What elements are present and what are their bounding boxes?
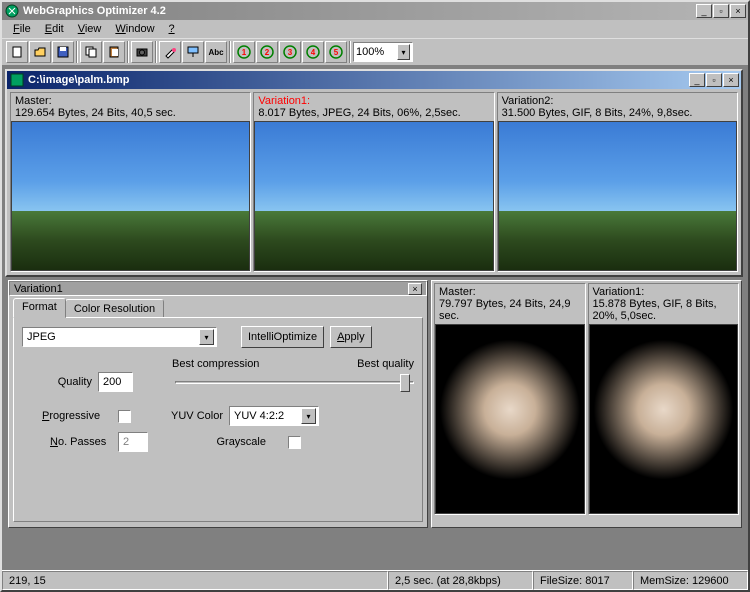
- app-title: WebGraphics Optimizer 4.2: [23, 5, 696, 17]
- progressive-label: Progressive: [22, 410, 112, 422]
- passes-label: No. Passes: [22, 436, 112, 448]
- doc-path: C:\image\palm.bmp: [28, 74, 689, 86]
- doc-close-button[interactable]: ×: [723, 73, 739, 87]
- menubar: File Edit View Window ?: [2, 20, 748, 38]
- preview-name: Variation1:: [593, 286, 645, 298]
- menu-help[interactable]: ?: [162, 21, 182, 37]
- variation1-button[interactable]: 1: [233, 41, 255, 63]
- svg-text:1: 1: [242, 48, 247, 57]
- eyedropper-button[interactable]: [159, 41, 181, 63]
- slider-thumb[interactable]: [400, 374, 410, 392]
- menu-view[interactable]: View: [71, 21, 109, 37]
- paint-button[interactable]: [182, 41, 204, 63]
- variation3-button[interactable]: 3: [279, 41, 301, 63]
- preview-image: [254, 121, 493, 271]
- doc-minimize-button[interactable]: _: [689, 73, 705, 87]
- preview-info: 79.797 Bytes, 24 Bits, 24,9 sec.: [439, 298, 570, 322]
- toolbar: Abc 1 2 3 4 5 100% ▾: [2, 38, 748, 66]
- intellioptimize-button[interactable]: IntelliOptimize: [241, 326, 324, 348]
- new-button[interactable]: [6, 41, 28, 63]
- menu-window[interactable]: Window: [108, 21, 161, 37]
- chevron-down-icon[interactable]: ▾: [199, 329, 214, 345]
- camera-button[interactable]: [131, 41, 153, 63]
- preview-image: [498, 121, 737, 271]
- statusbar: 219, 15 2,5 sec. (at 28,8kbps) FileSize:…: [2, 570, 748, 590]
- tab-color-resolution[interactable]: Color Resolution: [65, 299, 164, 318]
- variation5-button[interactable]: 5: [325, 41, 347, 63]
- status-time: 2,5 sec. (at 28,8kbps): [388, 571, 533, 590]
- quality-label: Quality: [22, 376, 92, 388]
- preview-variation1[interactable]: Variation1: 8.017 Bytes, JPEG, 24 Bits, …: [253, 92, 494, 272]
- doc-maximize-button[interactable]: ▫: [706, 73, 722, 87]
- preview-image: [11, 121, 250, 271]
- grayscale-checkbox[interactable]: [288, 436, 301, 449]
- grayscale-label: Grayscale: [206, 436, 266, 448]
- image-icon: [9, 72, 25, 88]
- zoom-combo[interactable]: 100% ▾: [353, 42, 413, 62]
- text-button[interactable]: Abc: [205, 41, 227, 63]
- paste-button[interactable]: [103, 41, 125, 63]
- preview2-variation1[interactable]: Variation1: 15.878 Bytes, GIF, 8 Bits, 2…: [588, 283, 740, 515]
- save-button[interactable]: [52, 41, 74, 63]
- progressive-checkbox[interactable]: [118, 410, 131, 423]
- preview-info: 15.878 Bytes, GIF, 8 Bits, 20%, 5,0sec.: [593, 298, 717, 322]
- preview-name: Variation2:: [502, 95, 554, 107]
- preview2-master[interactable]: Master: 79.797 Bytes, 24 Bits, 24,9 sec.: [434, 283, 586, 515]
- yuv-combo[interactable]: YUV 4:2:2 ▾: [229, 406, 319, 426]
- preview-image: [589, 324, 739, 514]
- slider-left-label: Best compression: [172, 358, 259, 370]
- preview-info: 31.500 Bytes, GIF, 8 Bits, 24%, 9,8sec.: [502, 107, 693, 119]
- preview-master[interactable]: Master: 129.654 Bytes, 24 Bits, 40,5 sec…: [10, 92, 251, 272]
- status-filesize: FileSize: 8017: [533, 571, 633, 590]
- preview-variation2[interactable]: Variation2: 31.500 Bytes, GIF, 8 Bits, 2…: [497, 92, 738, 272]
- tab-format[interactable]: Format: [13, 298, 66, 318]
- zoom-value: 100%: [356, 46, 384, 58]
- quality-slider[interactable]: [175, 372, 414, 392]
- close-button[interactable]: ×: [730, 4, 746, 18]
- copy-button[interactable]: [80, 41, 102, 63]
- status-memsize: MemSize: 129600: [633, 571, 748, 590]
- status-coords: 219, 15: [2, 571, 388, 590]
- svg-text:3: 3: [288, 48, 293, 57]
- quality-input[interactable]: 200: [98, 372, 133, 392]
- yuv-label: YUV Color: [163, 410, 223, 422]
- chevron-down-icon[interactable]: ▾: [397, 44, 410, 60]
- menu-edit[interactable]: Edit: [38, 21, 71, 37]
- slider-right-label: Best quality: [357, 358, 414, 370]
- menu-file[interactable]: File: [6, 21, 38, 37]
- doc-titlebar[interactable]: C:\image\palm.bmp _ ▫ ×: [7, 71, 741, 89]
- app-titlebar: WebGraphics Optimizer 4.2 _ ▫ ×: [2, 2, 748, 20]
- svg-text:4: 4: [311, 48, 316, 57]
- preview-image: [435, 324, 585, 514]
- apply-button[interactable]: Apply: [330, 326, 372, 348]
- preview-name: Master:: [439, 286, 476, 298]
- chevron-down-icon[interactable]: ▾: [301, 408, 316, 424]
- svg-text:5: 5: [334, 48, 339, 57]
- variation4-button[interactable]: 4: [302, 41, 324, 63]
- variation2-button[interactable]: 2: [256, 41, 278, 63]
- preview-name: Master:: [15, 95, 52, 107]
- minimize-button[interactable]: _: [696, 4, 712, 18]
- preview-info: 8.017 Bytes, JPEG, 24 Bits, 06%, 2,5sec.: [258, 107, 460, 119]
- panel-close-button[interactable]: ×: [408, 283, 422, 295]
- open-button[interactable]: [29, 41, 51, 63]
- maximize-button[interactable]: ▫: [713, 4, 729, 18]
- preview-info: 129.654 Bytes, 24 Bits, 40,5 sec.: [15, 107, 176, 119]
- format-combo[interactable]: JPEG ▾: [22, 327, 217, 347]
- options-panel-title: Variation1 ×: [9, 281, 427, 296]
- app-icon: [4, 3, 20, 19]
- passes-input[interactable]: 2: [118, 432, 148, 452]
- preview-name: Variation1:: [258, 95, 310, 107]
- svg-text:2: 2: [265, 48, 270, 57]
